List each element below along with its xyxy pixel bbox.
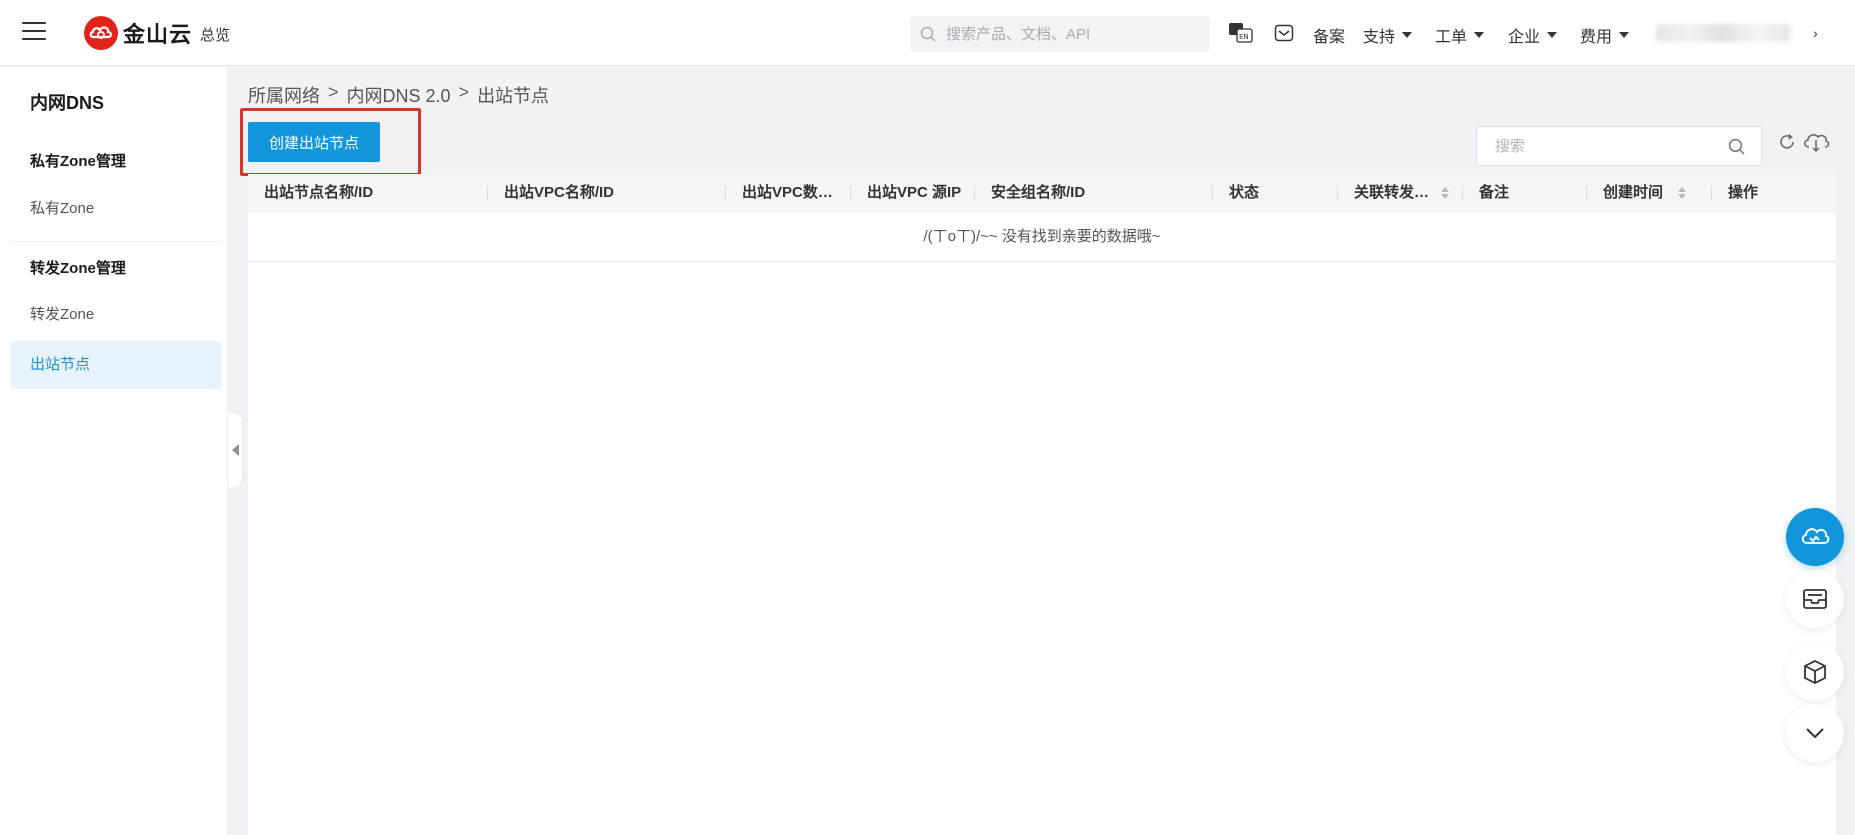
- cube-icon: [1804, 659, 1826, 685]
- sidebar: 内网DNS 私有Zone管理 私有Zone 转发Zone管理 转发Zone 出站…: [0, 67, 228, 835]
- column-header: 出站VPC名称/ID: [488, 174, 726, 211]
- inbox-icon: [1803, 589, 1827, 609]
- column-header-sortable[interactable]: 创建时间: [1587, 174, 1712, 211]
- refresh-icon[interactable]: [1778, 133, 1796, 156]
- top-bar: 金山云 总览 EN 备案 支持 工单 企业 费用 ›: [0, 0, 1855, 66]
- sidebar-item-outbound-node[interactable]: 出站节点: [10, 341, 222, 389]
- column-header: 操作: [1728, 184, 1759, 201]
- sidebar-item-forward-zone[interactable]: 转发Zone: [10, 291, 222, 339]
- chevron-down-icon: [1402, 32, 1413, 38]
- breadcrumb-separator: >: [458, 82, 470, 102]
- user-menu-arrow[interactable]: ›: [1813, 25, 1818, 41]
- global-search-input[interactable]: [946, 25, 1196, 43]
- breadcrumb-item-current: 出站节点: [477, 86, 550, 106]
- sidebar-group-private-zone: 私有Zone管理: [30, 153, 126, 170]
- overview-link[interactable]: 总览: [200, 24, 230, 45]
- language-switch-icon[interactable]: EN: [1228, 22, 1254, 49]
- feedback-button[interactable]: [1786, 570, 1844, 628]
- nav-ticket[interactable]: 工单: [1435, 23, 1485, 47]
- breadcrumb-item-network[interactable]: 所属网络: [248, 82, 320, 108]
- chevron-down-icon: [1619, 32, 1630, 38]
- chevron-down-icon: [1806, 728, 1824, 739]
- product-button[interactable]: [1786, 643, 1844, 701]
- user-account[interactable]: [1656, 24, 1790, 42]
- column-header: 备注: [1463, 174, 1587, 211]
- sidebar-divider: [10, 241, 222, 242]
- message-icon[interactable]: [1274, 23, 1294, 48]
- sort-icon[interactable]: [1678, 187, 1686, 199]
- collapse-float-button[interactable]: [1786, 704, 1844, 762]
- table-search[interactable]: [1476, 126, 1762, 166]
- breadcrumb: 所属网络 > 内网DNS 2.0 > 出站节点: [248, 82, 549, 108]
- outbound-node-table: 出站节点名称/ID 出站VPC名称/ID 出站VPC数… 出站VPC 源IP 安…: [248, 174, 1836, 835]
- sidebar-item-private-zone[interactable]: 私有Zone: [10, 185, 222, 233]
- customer-service-button[interactable]: [1786, 508, 1844, 566]
- cloud-service-icon: [1801, 528, 1830, 544]
- logo[interactable]: 金山云: [84, 16, 192, 50]
- sort-icon[interactable]: [1441, 187, 1449, 199]
- global-search[interactable]: [910, 16, 1210, 52]
- sidebar-group-forward-zone: 转发Zone管理: [30, 260, 126, 277]
- nav-billing[interactable]: 费用: [1580, 23, 1630, 47]
- chevron-left-icon: [231, 444, 239, 456]
- table-search-input[interactable]: [1495, 137, 1715, 155]
- search-icon: [920, 26, 936, 42]
- menu-icon[interactable]: [22, 22, 46, 42]
- sidebar-collapse-handle[interactable]: [228, 413, 242, 487]
- svg-text:EN: EN: [1239, 33, 1249, 41]
- breadcrumb-item-dns[interactable]: 内网DNS 2.0: [347, 82, 451, 108]
- nav-enterprise[interactable]: 企业: [1508, 23, 1558, 47]
- chevron-down-icon: [1474, 32, 1485, 38]
- column-header: 出站VPC数…: [726, 174, 851, 211]
- logo-text: 金山云: [123, 22, 193, 47]
- table-header: 出站节点名称/ID 出站VPC名称/ID 出站VPC数… 出站VPC 源IP 安…: [248, 174, 1836, 212]
- nav-support[interactable]: 支持: [1363, 23, 1413, 47]
- sidebar-title: 内网DNS: [30, 93, 105, 113]
- empty-state: /(ㄒoㄒ)/~~ 没有找到亲要的数据哦~: [248, 212, 1836, 262]
- column-header: 出站VPC 源IP: [851, 174, 975, 211]
- column-header: 安全组名称/ID: [975, 174, 1213, 211]
- create-outbound-node-button[interactable]: 创建出站节点: [248, 122, 380, 162]
- column-header-sortable[interactable]: 关联转发…: [1338, 174, 1463, 211]
- search-icon[interactable]: [1728, 138, 1745, 155]
- cloud-download-icon[interactable]: [1801, 131, 1831, 158]
- column-header: 状态: [1213, 174, 1338, 211]
- cloud-logo-icon: [84, 16, 118, 50]
- chevron-down-icon: [1547, 32, 1558, 38]
- nav-beian[interactable]: 备案: [1313, 23, 1345, 47]
- breadcrumb-separator: >: [328, 82, 339, 102]
- column-header: 出站节点名称/ID: [248, 174, 488, 211]
